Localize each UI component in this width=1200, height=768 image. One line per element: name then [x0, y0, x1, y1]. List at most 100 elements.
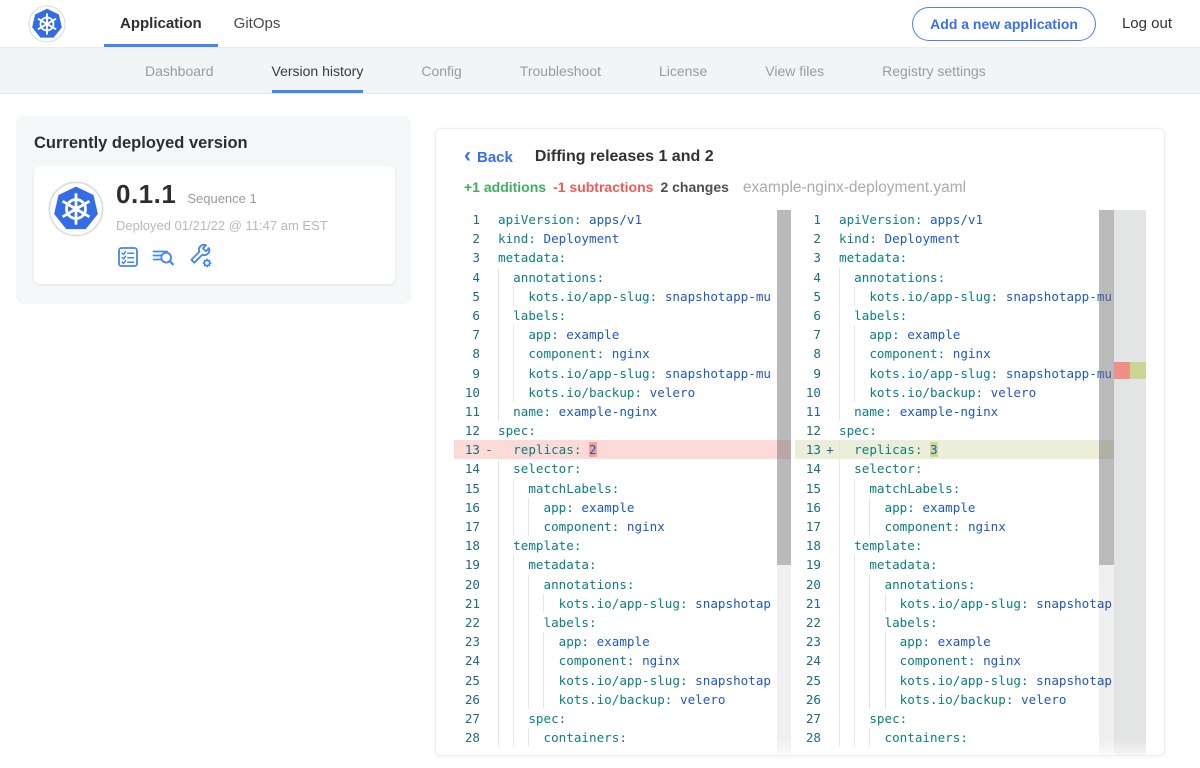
- indent-guide: [513, 575, 514, 594]
- tab-gitops[interactable]: GitOps: [218, 0, 297, 47]
- indent-guide: [854, 498, 855, 517]
- ruler-added-marker: [1130, 362, 1146, 379]
- code-text: metadata:: [498, 555, 791, 574]
- indent-guide: [854, 517, 855, 536]
- code-line: 8 component: nginx: [454, 344, 791, 363]
- line-marker: [480, 517, 498, 536]
- line-gutter: 18: [795, 536, 839, 555]
- indent-guide: [528, 594, 529, 613]
- indent-guide: [513, 632, 514, 651]
- subnav-item-config[interactable]: Config: [421, 48, 461, 93]
- yaml-key: annotations:: [498, 577, 634, 592]
- space: [998, 366, 1006, 381]
- code-line: 25 kots.io/app-slug: snapshotap: [454, 671, 791, 690]
- line-marker: [821, 325, 839, 344]
- line-number: 16: [454, 498, 480, 517]
- line-number: 5: [795, 287, 821, 306]
- line-number: 9: [454, 364, 480, 383]
- subnav-item-label: Troubleshoot: [520, 63, 601, 79]
- yaml-key: spec:: [498, 423, 536, 438]
- space: [551, 404, 559, 419]
- scrollbar-track[interactable]: [777, 210, 791, 756]
- space: [960, 519, 968, 534]
- line-number: 13: [795, 440, 821, 459]
- logout-button[interactable]: Log out: [1122, 15, 1172, 32]
- diff-pane-modified: 1apiVersion: apps/v12kind: Deployment3me…: [795, 210, 1146, 756]
- tab-label: Application: [120, 15, 202, 32]
- yaml-key: annotations:: [498, 270, 604, 285]
- yaml-key: metadata:: [498, 250, 566, 265]
- view-logs-icon[interactable]: [151, 245, 176, 269]
- version-actions: [116, 244, 328, 269]
- yaml-key: spec:: [839, 711, 907, 726]
- kubernetes-app-logo-icon: [48, 181, 104, 237]
- line-marker: [821, 248, 839, 267]
- line-gutter: 20: [454, 575, 498, 594]
- indent-guide: [498, 536, 499, 555]
- code-line: 11 name: example-nginx: [454, 402, 791, 421]
- yaml-value: snapshotapp-mu: [665, 289, 771, 304]
- line-gutter: 1: [795, 210, 839, 229]
- subnav-item-version-history[interactable]: Version history: [272, 48, 364, 93]
- scrollbar-track[interactable]: [1099, 210, 1114, 756]
- back-button[interactable]: ‹ Back: [464, 149, 513, 166]
- code-line: 13+ replicas: 3: [795, 440, 1146, 459]
- indent-guide: [498, 325, 499, 344]
- indent-guide: [885, 594, 886, 613]
- space: [945, 346, 953, 361]
- line-number: 16: [795, 498, 821, 517]
- indent-guide: [885, 651, 886, 670]
- subnav-item-dashboard[interactable]: Dashboard: [145, 48, 214, 93]
- troubleshoot-wrench-gear-icon[interactable]: [187, 244, 214, 269]
- space: [976, 653, 984, 668]
- code-line: 16 app: example: [795, 498, 1146, 517]
- line-gutter: 17: [795, 517, 839, 536]
- code-line: 26 kots.io/backup: velero: [795, 690, 1146, 709]
- yaml-value: snapshotapp-mu: [665, 366, 771, 381]
- yaml-value: example: [922, 500, 975, 515]
- code-line: 21 kots.io/app-slug: snapshotap: [795, 594, 1146, 613]
- code-line: 10 kots.io/backup: velero: [454, 383, 791, 402]
- yaml-value: snapshotapp-mu: [1006, 289, 1112, 304]
- indent-guide: [869, 498, 870, 517]
- changes-count: 2 changes: [660, 179, 728, 195]
- space: [892, 404, 900, 419]
- indent-guide: [513, 364, 514, 383]
- line-marker: [821, 306, 839, 325]
- code-line: 15 matchLabels:: [795, 479, 1146, 498]
- indent-guide: [498, 671, 499, 690]
- checklist-icon[interactable]: [116, 245, 140, 269]
- code-line: 9 kots.io/app-slug: snapshotapp-mu: [795, 364, 1146, 383]
- indent-guide: [513, 690, 514, 709]
- indent-guide: [498, 594, 499, 613]
- line-marker: [821, 459, 839, 478]
- subnav-item-registry-settings[interactable]: Registry settings: [882, 48, 985, 93]
- indent-guide: [839, 594, 840, 613]
- indent-guide: [498, 402, 499, 421]
- line-number: 21: [795, 594, 821, 613]
- space: [536, 231, 544, 246]
- line-number: 25: [454, 671, 480, 690]
- indent-guide: [839, 325, 840, 344]
- indent-guide: [854, 479, 855, 498]
- line-marker: [480, 383, 498, 402]
- space: [642, 385, 650, 400]
- yaml-key: component:: [839, 519, 960, 534]
- add-application-button[interactable]: Add a new application: [912, 7, 1096, 41]
- code-text: component: nginx: [498, 517, 791, 536]
- scrollbar-thumb[interactable]: [1099, 210, 1114, 565]
- tab-application[interactable]: Application: [104, 0, 218, 47]
- line-gutter: 15: [795, 479, 839, 498]
- indent-guide: [528, 728, 529, 747]
- subnav-item-view-files[interactable]: View files: [765, 48, 824, 93]
- indent-guide: [513, 709, 514, 728]
- indent-guide: [543, 651, 544, 670]
- version-card: 0.1.1 Sequence 1 Deployed 01/21/22 @ 11:…: [34, 166, 395, 284]
- indent-guide: [854, 344, 855, 363]
- subnav-item-troubleshoot[interactable]: Troubleshoot: [520, 48, 601, 93]
- indent-guide: [839, 709, 840, 728]
- subnav-item-license[interactable]: License: [659, 48, 707, 93]
- scrollbar-thumb[interactable]: [777, 210, 791, 565]
- line-marker: [821, 613, 839, 632]
- space: [657, 289, 665, 304]
